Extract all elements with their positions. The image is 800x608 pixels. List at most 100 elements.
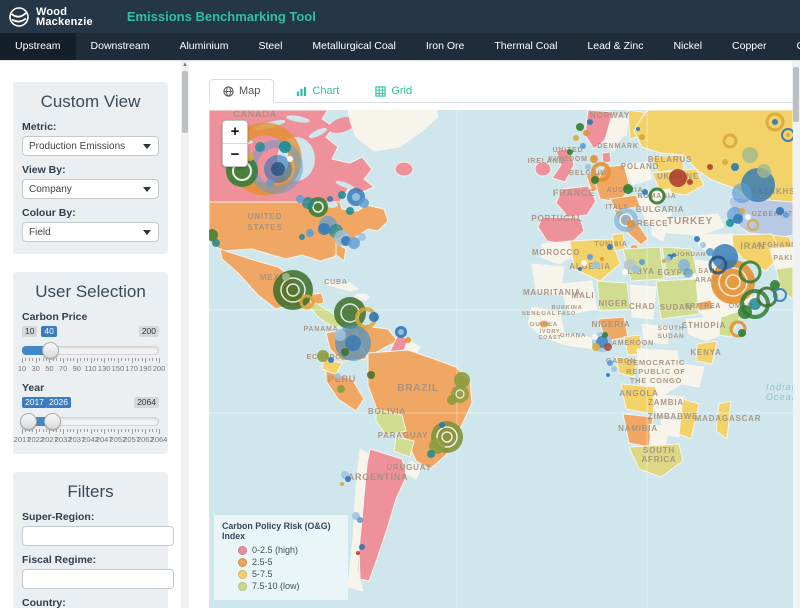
emission-bubble[interactable] (739, 208, 745, 214)
emission-bubble[interactable] (573, 135, 579, 141)
emission-bubble[interactable] (642, 189, 648, 195)
sidebar-scrollbar[interactable]: ▲ (181, 61, 189, 608)
tab-chart[interactable]: Chart (282, 79, 353, 103)
nav-item-nickel[interactable]: Nickel (658, 33, 717, 60)
emission-bubble[interactable] (783, 212, 789, 218)
emission-bubble[interactable] (348, 237, 360, 249)
nav-item-gold[interactable]: Gold (782, 33, 800, 60)
emission-bubble[interactable] (587, 119, 593, 125)
tab-grid[interactable]: Grid (361, 79, 426, 103)
emission-bubble[interactable] (296, 195, 304, 203)
emission-bubble[interactable] (369, 312, 379, 322)
emission-bubble[interactable] (583, 130, 589, 136)
metric-select[interactable]: Production Emissions (22, 136, 159, 156)
emission-bubble[interactable] (623, 184, 633, 194)
emission-bubble[interactable] (607, 360, 613, 366)
emission-bubble[interactable] (639, 259, 645, 265)
emission-bubble[interactable] (352, 193, 360, 201)
emission-bubble[interactable] (614, 241, 618, 245)
nav-item-upstream[interactable]: Upstream (0, 33, 76, 60)
emission-bubble[interactable] (694, 236, 700, 242)
emission-bubble[interactable] (338, 191, 346, 199)
emission-bubble[interactable] (683, 268, 693, 278)
emission-bubble[interactable] (602, 332, 608, 338)
emission-bubble[interactable] (585, 164, 591, 170)
emission-bubble[interactable] (427, 450, 435, 458)
emission-bubble[interactable] (356, 551, 360, 555)
emission-bubble[interactable] (669, 169, 687, 187)
colour-by-select[interactable]: Field (22, 222, 159, 242)
nav-item-copper[interactable]: Copper (717, 33, 781, 60)
emission-bubble[interactable] (439, 422, 445, 428)
emission-bubble[interactable] (592, 261, 600, 269)
emission-bubble[interactable] (732, 183, 752, 203)
filter-input-super-region-[interactable] (22, 526, 174, 546)
tab-map[interactable]: Map (209, 79, 274, 103)
zoom-in-button[interactable]: + (223, 121, 247, 143)
emission-bubble[interactable] (327, 196, 333, 202)
emission-bubble[interactable] (359, 544, 365, 550)
emission-bubble[interactable] (604, 343, 612, 351)
wood-mackenzie-logo[interactable]: Wood Mackenzie (8, 6, 93, 28)
emission-bubble[interactable] (576, 123, 584, 131)
emission-bubble[interactable] (738, 305, 752, 319)
emission-bubble[interactable] (578, 267, 582, 271)
emission-bubble[interactable] (776, 207, 784, 215)
emission-bubble[interactable] (337, 385, 345, 393)
filter-input-fiscal-regime-[interactable] (22, 569, 174, 589)
nav-item-lead-zinc[interactable]: Lead & Zinc (572, 33, 658, 60)
world-map[interactable]: CANADAUNITEDSTATESMEXICOCUBAPANAMAECUADO… (209, 110, 793, 608)
nav-item-thermal-coal[interactable]: Thermal Coal (479, 33, 572, 60)
nav-item-downstream[interactable]: Downstream (76, 33, 165, 60)
emission-bubble[interactable] (632, 265, 640, 273)
emission-bubble[interactable] (733, 214, 743, 224)
emission-bubble[interactable] (786, 133, 790, 137)
emission-bubble[interactable] (317, 350, 329, 362)
nav-item-steel[interactable]: Steel (243, 33, 297, 60)
emission-bubble[interactable] (405, 337, 411, 343)
emission-bubble[interactable] (367, 371, 375, 379)
sidebar-scrollbar-thumb[interactable] (182, 71, 188, 133)
emission-bubble[interactable] (255, 142, 265, 152)
nav-item-aluminium[interactable]: Aluminium (164, 33, 243, 60)
emission-bubble[interactable] (335, 373, 341, 379)
emission-bubble[interactable] (614, 208, 638, 232)
emission-bubble[interactable] (398, 329, 404, 335)
emission-bubble[interactable] (611, 366, 617, 372)
emission-bubble[interactable] (600, 257, 604, 261)
emission-bubble[interactable] (346, 207, 354, 215)
emission-bubble[interactable] (287, 156, 293, 162)
nav-item-metallurgical-coal[interactable]: Metallurgical Coal (297, 33, 410, 60)
emission-bubble[interactable] (580, 143, 586, 149)
emission-bubble[interactable] (328, 357, 334, 363)
emission-bubble[interactable] (212, 239, 220, 247)
emission-bubble[interactable] (622, 269, 628, 275)
emission-bubble[interactable] (271, 162, 285, 176)
emission-bubble[interactable] (591, 176, 599, 184)
emission-bubble[interactable] (726, 219, 734, 227)
emission-bubble[interactable] (341, 348, 349, 356)
emission-bubble[interactable] (687, 179, 693, 185)
emission-bubble[interactable] (731, 163, 739, 171)
nav-item-iron-ore[interactable]: Iron Ore (411, 33, 480, 60)
emission-bubble[interactable] (567, 149, 573, 155)
emission-bubble[interactable] (672, 253, 676, 257)
page-scrollbar-thumb[interactable] (793, 67, 799, 122)
zoom-out-button[interactable]: − (223, 143, 247, 166)
emission-bubble[interactable] (581, 260, 587, 266)
emission-bubble[interactable] (334, 329, 346, 341)
emission-bubble[interactable] (722, 159, 728, 165)
emission-bubble[interactable] (706, 248, 714, 256)
emission-bubble[interactable] (665, 256, 671, 262)
emission-bubble[interactable] (273, 270, 313, 310)
emission-bubble[interactable] (772, 119, 778, 125)
emission-bubble[interactable] (359, 198, 369, 208)
emission-bubble[interactable] (738, 329, 746, 337)
emission-bubble[interactable] (606, 373, 610, 377)
emission-bubble[interactable] (639, 134, 645, 140)
emission-bubble[interactable] (345, 476, 351, 482)
emission-bubble[interactable] (700, 242, 706, 248)
emission-bubble[interactable] (357, 517, 363, 523)
year-end-handle[interactable] (44, 413, 61, 430)
year-start-handle[interactable] (20, 413, 37, 430)
